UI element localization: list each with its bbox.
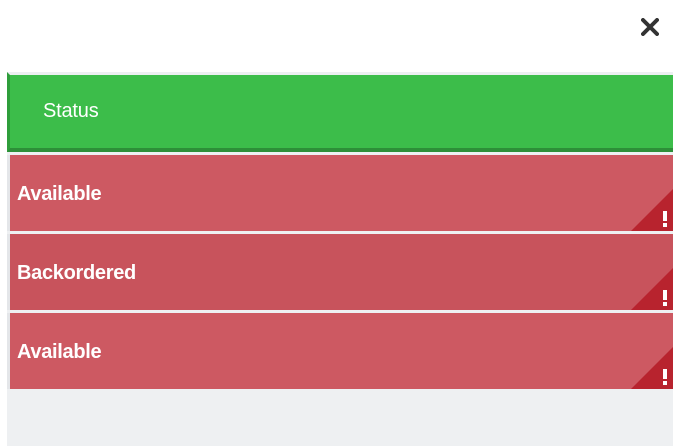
status-header[interactable]: Status xyxy=(7,72,673,152)
status-row[interactable]: Available xyxy=(7,155,673,231)
status-value: Available xyxy=(17,183,102,205)
status-row[interactable]: Backordered xyxy=(7,234,673,310)
close-button[interactable] xyxy=(635,12,665,42)
status-table: Status Available Backordered Available xyxy=(7,72,673,446)
status-row[interactable]: Available xyxy=(7,313,673,389)
status-value: Available xyxy=(17,341,102,363)
status-rows: Available Backordered Available xyxy=(7,155,673,389)
exclamation-icon xyxy=(631,347,673,389)
status-value: Backordered xyxy=(17,262,136,284)
exclamation-icon xyxy=(631,268,673,310)
exclamation-icon xyxy=(631,189,673,231)
status-header-label: Status xyxy=(43,100,99,122)
close-icon[interactable] xyxy=(641,18,659,36)
